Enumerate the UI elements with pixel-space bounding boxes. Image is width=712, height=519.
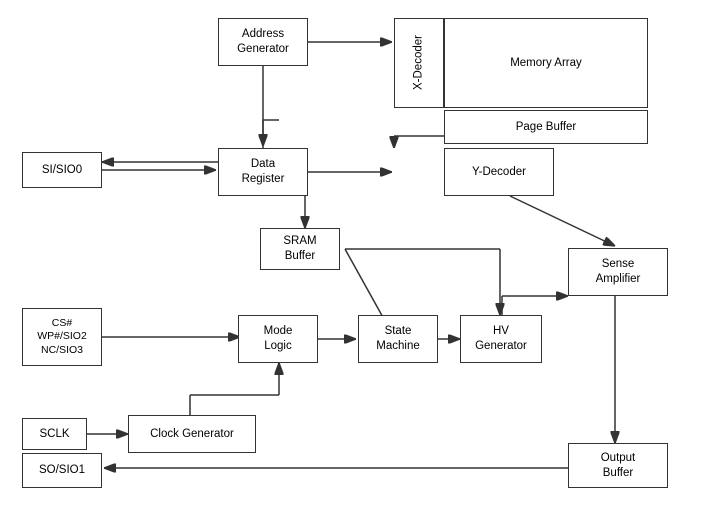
output-buffer-block: OutputBuffer: [568, 443, 668, 488]
data-register-block: DataRegister: [218, 148, 308, 196]
cs-wp-nc-block: CS#WP#/SIO2NC/SIO3: [22, 308, 102, 366]
so-sio1-block: SO/SIO1: [22, 453, 102, 488]
sclk-block: SCLK: [22, 418, 87, 450]
block-diagram: AddressGenerator X-Decoder Memory Array …: [0, 0, 712, 519]
x-decoder-block: X-Decoder: [394, 18, 444, 108]
si-sio0-block: SI/SIO0: [22, 152, 102, 188]
address-generator-block: AddressGenerator: [218, 18, 308, 66]
page-buffer-block: Page Buffer: [444, 110, 648, 144]
sram-buffer-block: SRAMBuffer: [260, 228, 340, 270]
sense-amplifier-block: SenseAmplifier: [568, 248, 668, 296]
clock-generator-block: Clock Generator: [128, 415, 256, 453]
hv-generator-block: HVGenerator: [460, 315, 542, 363]
state-machine-block: StateMachine: [358, 315, 438, 363]
mode-logic-block: ModeLogic: [238, 315, 318, 363]
y-decoder-block: Y-Decoder: [444, 148, 554, 196]
memory-array-block: Memory Array: [444, 18, 648, 108]
